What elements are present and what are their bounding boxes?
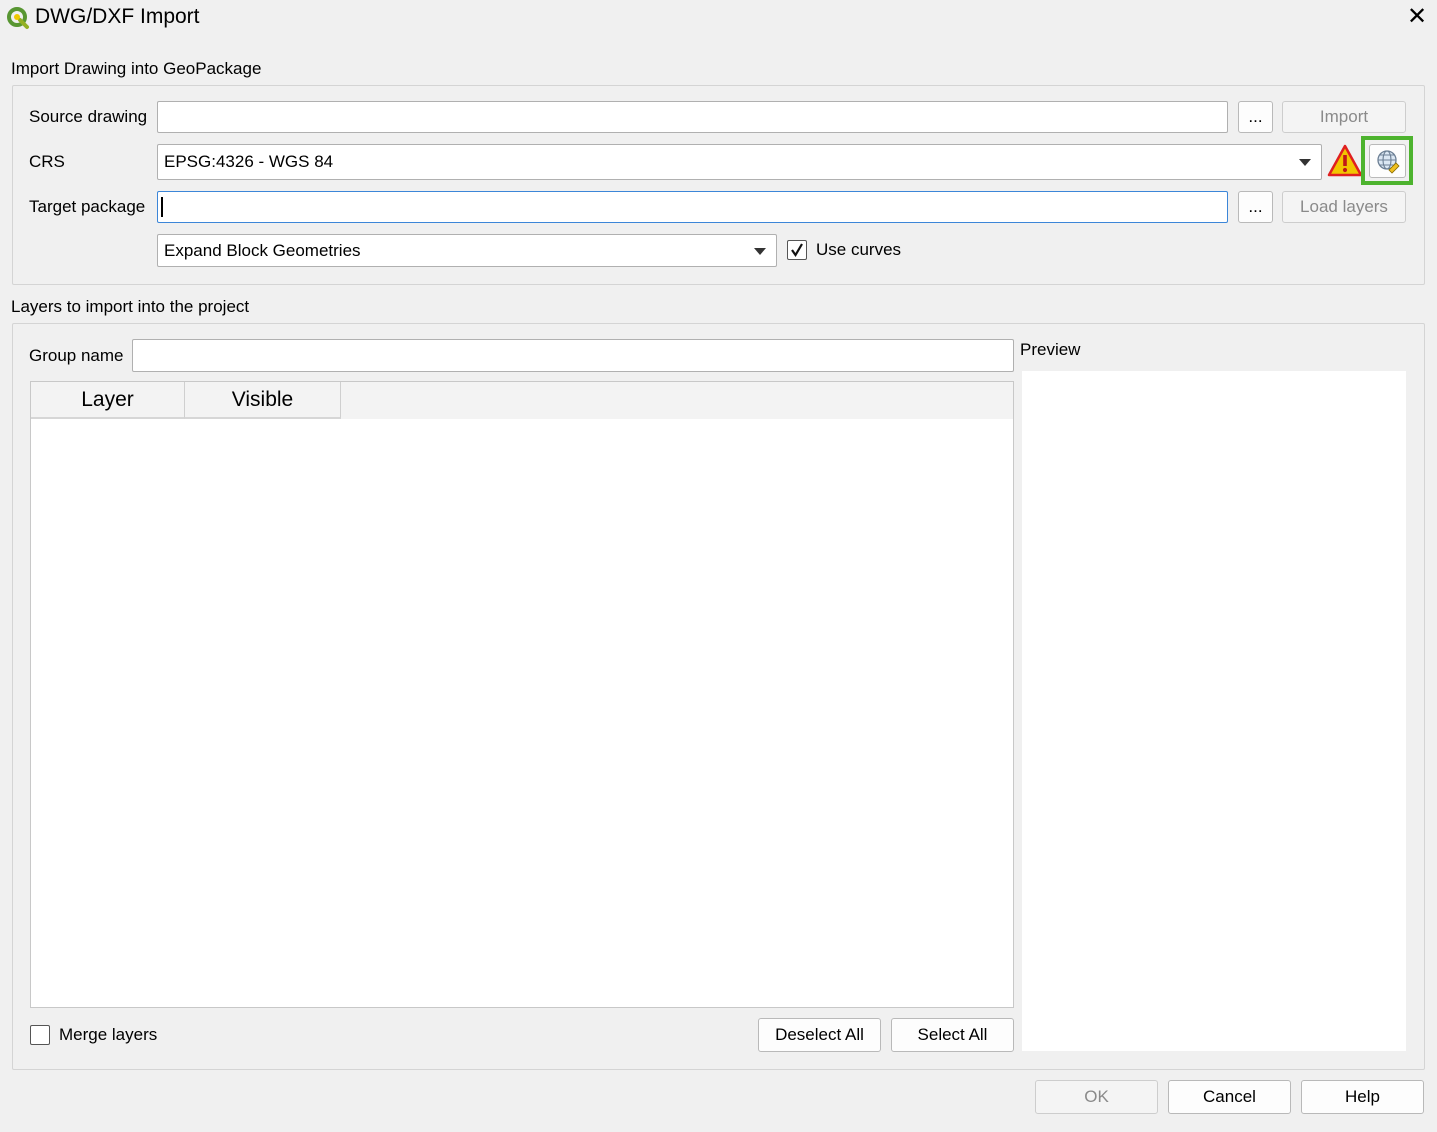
merge-layers-label: Merge layers (59, 1025, 158, 1044)
merge-layers-checkbox[interactable] (30, 1025, 50, 1045)
group-name-input[interactable] (132, 339, 1014, 372)
layers-table[interactable]: Layer Visible (30, 381, 1014, 1008)
use-curves-label: Use curves (816, 240, 902, 259)
title-bar: DWG/DXF Import ✕ (0, 0, 1437, 40)
select-all-button[interactable]: Select All (891, 1018, 1014, 1052)
chevron-down-icon (1299, 159, 1311, 166)
preview-label: Preview (1020, 340, 1081, 359)
deselect-all-button[interactable]: Deselect All (758, 1018, 881, 1052)
cancel-button[interactable]: Cancel (1168, 1080, 1291, 1114)
target-package-label: Target package (29, 197, 146, 216)
source-drawing-label: Source drawing (29, 107, 148, 126)
text-cursor (161, 197, 163, 217)
load-layers-button[interactable]: Load layers (1282, 191, 1406, 223)
close-icon[interactable]: ✕ (1404, 4, 1430, 30)
crs-select-button[interactable] (1369, 144, 1406, 178)
column-header-layer[interactable]: Layer (31, 382, 185, 419)
group-name-label: Group name (29, 346, 124, 365)
crs-select[interactable]: EPSG:4326 - WGS 84 (157, 144, 1322, 180)
source-drawing-input[interactable] (157, 101, 1228, 133)
target-package-input[interactable] (157, 191, 1228, 223)
crs-label: CRS (29, 152, 65, 171)
ok-button[interactable]: OK (1035, 1080, 1158, 1114)
checkmark-icon (791, 243, 803, 258)
use-curves-checkbox[interactable] (787, 240, 807, 260)
import-section-title: Import Drawing into GeoPackage (11, 59, 262, 78)
crs-value: EPSG:4326 - WGS 84 (164, 152, 334, 171)
layers-section-title: Layers to import into the project (11, 297, 250, 316)
block-mode-value: Expand Block Geometries (164, 240, 361, 260)
chevron-down-icon (754, 247, 766, 255)
qgis-logo-icon (7, 7, 29, 29)
help-button[interactable]: Help (1301, 1080, 1424, 1114)
crs-select-icon (1376, 150, 1400, 174)
browse-source-button[interactable]: ... (1238, 101, 1273, 133)
warning-icon (1327, 144, 1363, 177)
window-title: DWG/DXF Import (35, 5, 200, 28)
block-mode-select[interactable]: Expand Block Geometries (157, 234, 777, 267)
preview-canvas[interactable] (1022, 371, 1406, 1051)
column-header-visible[interactable]: Visible (185, 382, 341, 419)
import-button[interactable]: Import (1282, 101, 1406, 133)
browse-target-button[interactable]: ... (1238, 191, 1273, 223)
